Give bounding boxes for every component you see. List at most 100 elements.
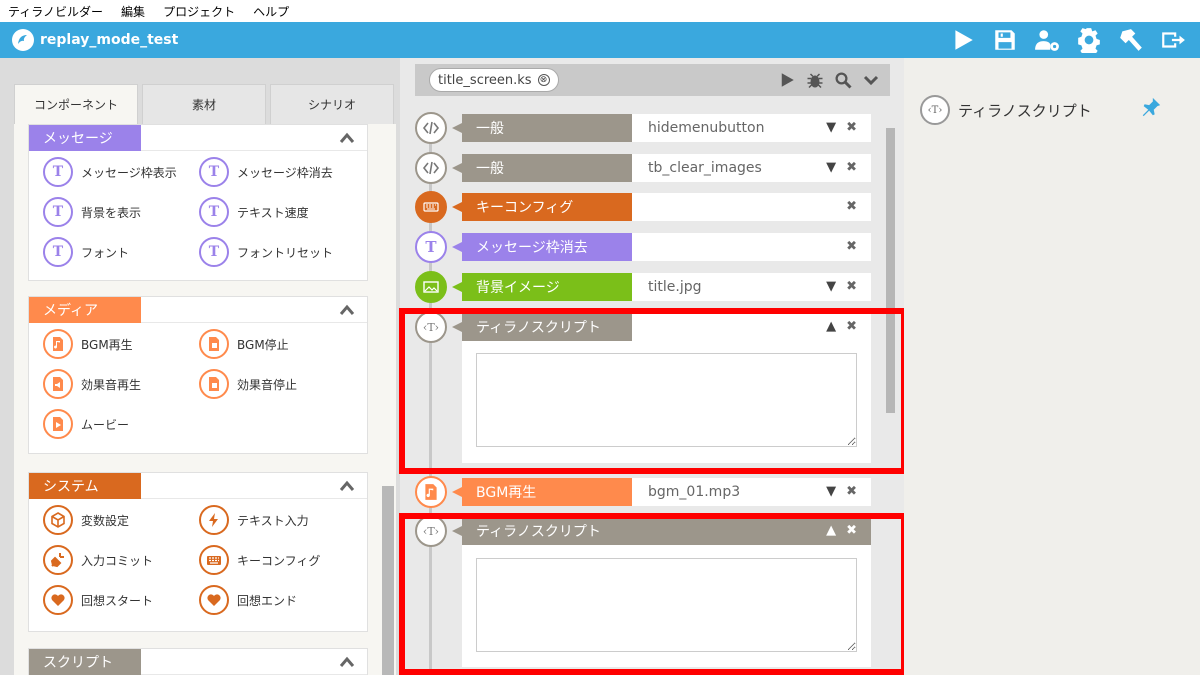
user-settings-button[interactable]	[1032, 26, 1062, 54]
component-bgm-stop[interactable]: BGM停止	[199, 329, 289, 359]
title-bar: replay_mode_test	[0, 22, 1200, 58]
file-tab[interactable]: title_screen.ks ⊗	[429, 68, 559, 92]
music-file-icon	[415, 476, 447, 508]
component-key-config[interactable]: キーコンフィグ	[199, 545, 320, 575]
row-value[interactable]: ✖	[632, 233, 871, 261]
build-button[interactable]	[1116, 26, 1146, 54]
tab-assets[interactable]: 素材	[142, 84, 266, 124]
chevron-down-icon[interactable]	[862, 71, 880, 89]
code-icon	[415, 152, 447, 184]
scenario-row[interactable]: キーコンフィグ ✖	[415, 191, 871, 223]
scenario-row[interactable]: 背景イメージ title.jpg ▼ ✖	[415, 271, 871, 303]
scenario-row[interactable]: 一般 tb_clear_images ▼ ✖	[415, 152, 871, 184]
close-icon[interactable]: ✖	[846, 161, 857, 175]
category-header[interactable]: スクリプト	[29, 648, 367, 675]
menu-edit[interactable]: 編集	[121, 3, 145, 20]
close-icon[interactable]: ✖	[846, 200, 857, 214]
close-icon[interactable]: ✖	[846, 121, 857, 135]
component-bgm-play[interactable]: BGM再生	[43, 329, 133, 359]
component-input-commit[interactable]: 入力コミット	[43, 545, 153, 575]
row-value[interactable]: ✖	[632, 193, 871, 221]
chevron-up-icon[interactable]: ▲	[826, 524, 836, 538]
row-value[interactable]: bgm_01.mp3 ▼ ✖	[632, 478, 871, 506]
close-tab-icon[interactable]: ⊗	[537, 74, 550, 86]
component-variable[interactable]: 変数設定	[43, 505, 129, 535]
scenario-row[interactable]: T メッセージ枠消去 ✖	[415, 231, 871, 263]
movie-file-icon	[43, 409, 73, 439]
close-icon[interactable]: ✖	[846, 485, 857, 499]
menu-tyranobuilder[interactable]: ティラノビルダー	[8, 3, 103, 20]
editor-header: title_screen.ks ⊗	[415, 64, 890, 96]
play-icon[interactable]	[778, 71, 796, 89]
component-font[interactable]: T フォント	[43, 237, 129, 267]
component-movie[interactable]: ムービー	[43, 409, 129, 439]
music-stop-icon	[199, 329, 229, 359]
row-value[interactable]: tb_clear_images ▼ ✖	[632, 154, 871, 182]
save-icon	[995, 30, 1015, 50]
chevron-up-icon[interactable]	[339, 304, 355, 316]
row-value[interactable]: hidemenubutton ▼ ✖	[632, 114, 871, 142]
row-tag-label: ティラノスクリプト	[452, 517, 632, 545]
row-value[interactable]: title.jpg ▼ ✖	[632, 273, 871, 301]
component-text-speed[interactable]: T テキスト速度	[199, 197, 309, 227]
menubar: ティラノビルダー 編集 プロジェクト ヘルプ	[0, 0, 1200, 22]
menu-help[interactable]: ヘルプ	[253, 3, 289, 20]
scenario-row[interactable]: BGM再生 bgm_01.mp3 ▼ ✖	[415, 476, 871, 508]
close-icon[interactable]: ✖	[846, 524, 857, 538]
component-message-hide[interactable]: T メッセージ枠消去	[199, 157, 333, 187]
script-textarea[interactable]	[476, 558, 857, 652]
component-se-play[interactable]: 効果音再生	[43, 369, 141, 399]
project-name: replay_mode_test	[40, 32, 179, 48]
close-icon[interactable]: ✖	[846, 320, 857, 334]
menu-project[interactable]: プロジェクト	[163, 3, 235, 20]
component-replay-start[interactable]: 回想スタート	[43, 585, 153, 615]
message-hide-icon: T	[415, 231, 447, 263]
category-header[interactable]: メディア	[29, 296, 367, 323]
chevron-down-icon[interactable]: ▼	[826, 280, 836, 294]
component-message-show[interactable]: T メッセージ枠表示	[43, 157, 177, 187]
close-icon[interactable]: ✖	[846, 240, 857, 254]
category-label: メッセージ	[29, 124, 141, 151]
play-button[interactable]	[948, 26, 978, 54]
bug-icon[interactable]	[806, 71, 824, 89]
component-font-reset[interactable]: T フォントリセット	[199, 237, 333, 267]
chevron-down-icon[interactable]: ▼	[826, 121, 836, 135]
editor-scroll-thumb[interactable]	[886, 128, 895, 413]
component-list: メッセージ T メッセージ枠表示 T メッセージ枠消去 T 背景を表示 T テキ…	[14, 124, 396, 675]
category-header[interactable]: システム	[29, 472, 367, 499]
message-hide-icon: T	[199, 157, 229, 187]
row-tag-label: 一般	[452, 154, 632, 182]
tyrano-script-icon: ‹T›	[920, 95, 950, 125]
tyrano-script-icon: ‹T›	[415, 515, 447, 547]
category-script: スクリプト	[28, 648, 368, 675]
script-textarea[interactable]	[476, 353, 857, 447]
chevron-up-icon[interactable]	[339, 656, 355, 668]
editor-actions	[778, 71, 880, 89]
script-body	[462, 341, 871, 463]
category-label: スクリプト	[29, 648, 141, 675]
category-header[interactable]: メッセージ	[29, 124, 367, 151]
save-button[interactable]	[990, 26, 1020, 54]
tab-components[interactable]: コンポーネント	[14, 84, 138, 124]
close-icon[interactable]: ✖	[846, 280, 857, 294]
category-message: メッセージ T メッセージ枠表示 T メッセージ枠消去 T 背景を表示 T テキ…	[28, 124, 368, 281]
tab-scenario[interactable]: シナリオ	[270, 84, 394, 124]
font-icon: T	[43, 237, 73, 267]
row-tag-label: 背景イメージ	[452, 273, 632, 301]
properties-title: ティラノスクリプト	[958, 102, 1092, 120]
chevron-down-icon[interactable]: ▼	[826, 485, 836, 499]
chevron-up-icon[interactable]	[339, 480, 355, 492]
chevron-down-icon[interactable]: ▼	[826, 161, 836, 175]
export-button[interactable]	[1158, 26, 1188, 54]
component-show-background[interactable]: T 背景を表示	[43, 197, 141, 227]
settings-button[interactable]	[1074, 26, 1104, 54]
component-se-stop[interactable]: 効果音停止	[199, 369, 297, 399]
chevron-up-icon[interactable]: ▲	[826, 320, 836, 334]
left-scrollbar[interactable]	[382, 486, 394, 675]
chevron-up-icon[interactable]	[339, 132, 355, 144]
scenario-row[interactable]: 一般 hidemenubutton ▼ ✖	[415, 112, 871, 144]
component-text-input[interactable]: テキスト入力	[199, 505, 309, 535]
pin-button[interactable]	[1140, 96, 1162, 118]
search-icon[interactable]	[834, 71, 852, 89]
component-replay-end[interactable]: 回想エンド	[199, 585, 297, 615]
